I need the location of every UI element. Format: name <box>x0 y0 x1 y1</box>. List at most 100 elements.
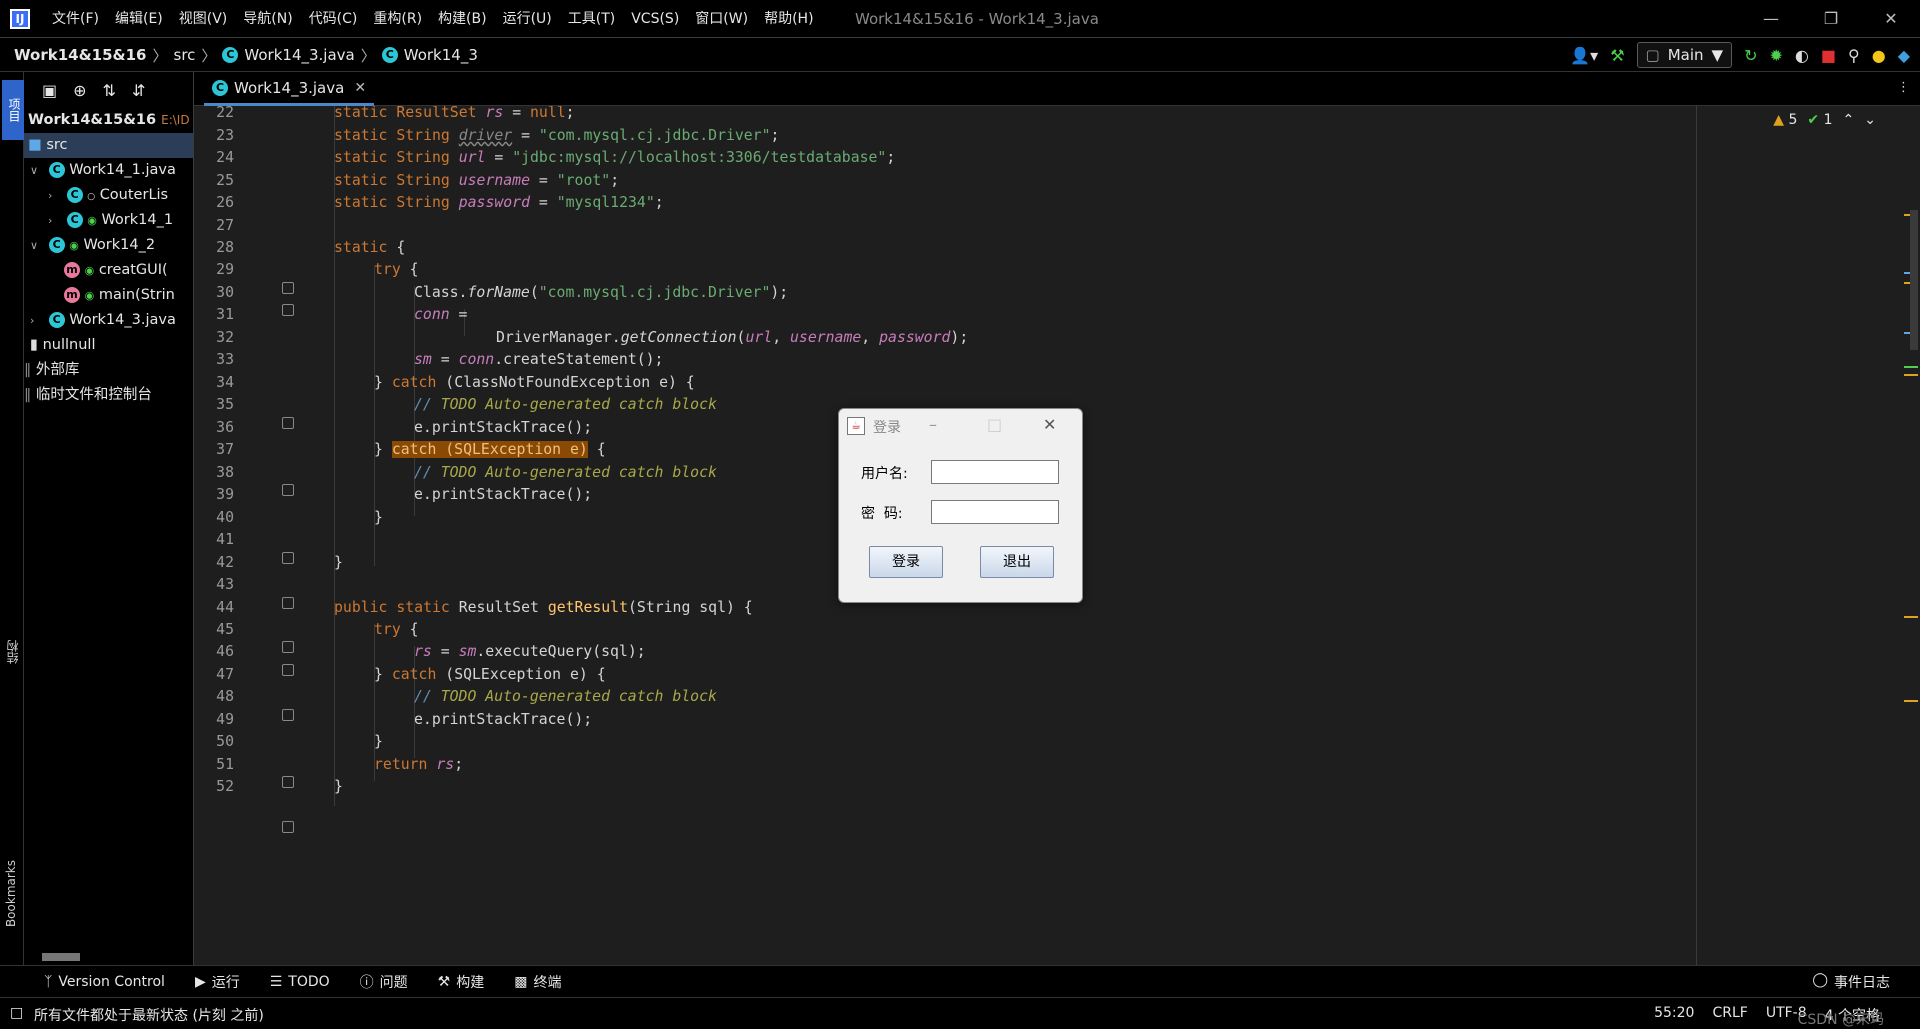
code-token: ; <box>886 149 896 166</box>
code-token: password <box>458 194 530 211</box>
chevron-down-icon[interactable]: ∨ <box>30 233 44 258</box>
code-token: static String <box>334 127 459 144</box>
menu-view[interactable]: 视图(V) <box>171 0 236 38</box>
line-separator[interactable]: CRLF <box>1712 1005 1747 1025</box>
tree-item-work14-1-class[interactable]: › C ◉ Work14_1 <box>24 208 193 233</box>
chevron-up-icon[interactable]: ⌃ <box>1843 112 1855 128</box>
user-icon[interactable]: 👤▾ <box>1570 46 1598 65</box>
version-control-tab[interactable]: ᛉ Version Control <box>44 974 165 990</box>
rerun-icon[interactable]: ↻ <box>1744 46 1757 65</box>
breadcrumb-folder[interactable]: src <box>174 46 196 64</box>
locate-icon[interactable]: ⊕ <box>73 81 86 100</box>
chevron-down-icon[interactable]: ∨ <box>30 158 44 183</box>
intellij-icon[interactable]: IJ <box>10 9 30 29</box>
chevron-right-icon[interactable]: › <box>48 183 62 208</box>
editor-scrollbar[interactable] <box>1910 210 1918 350</box>
event-log-tab[interactable]: ◯ 事件日志 <box>1812 972 1890 992</box>
tree-item-couterlis[interactable]: › C ○ CouterLis <box>24 183 193 208</box>
menu-refactor[interactable]: 重构(R) <box>365 0 430 38</box>
bookmarks-tool-tab[interactable]: Bookmarks <box>4 860 18 927</box>
code-token: { <box>387 239 406 256</box>
expand-all-icon[interactable]: ⇅ <box>103 81 116 100</box>
error-stripe-mark[interactable] <box>1904 366 1918 368</box>
more-tabs-icon[interactable]: ⋮ <box>1897 80 1910 95</box>
menu-run[interactable]: 运行(U) <box>495 0 560 38</box>
tree-item-creatgui[interactable]: m ◉ creatGUI( <box>24 258 193 283</box>
caret-position[interactable]: 55:20 <box>1654 1005 1694 1025</box>
code-token: e.printStackTrace(); <box>414 711 593 728</box>
minimize-icon[interactable]: — <box>1746 0 1796 38</box>
plugin-icon[interactable]: ◆ <box>1898 46 1910 65</box>
tree-item-main[interactable]: m ◉ main(Strin <box>24 283 193 308</box>
panel-toggle-icon[interactable]: □ <box>10 1005 23 1021</box>
search-icon[interactable]: ⚲ <box>1848 46 1860 65</box>
username-input[interactable] <box>931 460 1059 484</box>
password-input[interactable] <box>931 500 1059 524</box>
stop-icon[interactable]: ■ <box>1821 46 1836 65</box>
tree-item-work14-1[interactable]: ∨ C Work14_1.java <box>24 158 193 183</box>
menu-build[interactable]: 构建(B) <box>430 0 495 38</box>
status-message[interactable]: 所有文件都处于最新状态 (片刻 之前) <box>34 1005 264 1025</box>
chevron-down-icon[interactable]: ⌄ <box>1864 112 1876 128</box>
login-button[interactable]: 登录 <box>869 546 943 578</box>
menu-tools[interactable]: 工具(T) <box>560 0 623 38</box>
debug-bug-icon[interactable]: ✹ <box>1770 46 1783 65</box>
chevron-right-icon[interactable]: › <box>30 308 44 333</box>
chevron-right-icon[interactable]: › <box>48 208 62 233</box>
tree-item-scratches[interactable]: ‖ 临时文件和控制台 <box>24 383 193 408</box>
menu-edit[interactable]: 编辑(E) <box>107 0 171 38</box>
inspection-widget[interactable]: ▲ 5 ✔ 1 ⌃ ⌄ <box>1773 112 1876 128</box>
problems-tab[interactable]: ⓘ 问题 <box>360 972 408 992</box>
run-tab[interactable]: ▶ 运行 <box>195 972 240 992</box>
menu-code[interactable]: 代码(C) <box>301 0 366 38</box>
code-token: password <box>879 329 951 346</box>
code-token: sm <box>414 351 432 368</box>
tree-item-external-libs[interactable]: ‖ 外部库 <box>24 358 193 383</box>
terminal-tab[interactable]: ▩ 终端 <box>514 972 561 992</box>
horizontal-scrollbar[interactable] <box>42 953 80 961</box>
menu-navigate[interactable]: 导航(N) <box>235 0 300 38</box>
exit-button[interactable]: 退出 <box>980 546 1054 578</box>
view-options-icon[interactable]: ▣ <box>42 81 57 100</box>
close-tab-icon[interactable]: ✕ <box>354 80 366 96</box>
todo-tab[interactable]: ☰ TODO <box>270 974 330 990</box>
code-token: username <box>458 172 530 189</box>
close-icon[interactable]: ✕ <box>1043 415 1056 434</box>
updates-icon[interactable]: ● <box>1872 46 1886 65</box>
menu-vcs[interactable]: VCS(S) <box>623 0 687 38</box>
tree-item-src[interactable]: ■ src <box>24 133 193 158</box>
tree-item-label: Work14_1.java <box>69 162 176 178</box>
tool-tab-label: 运行 <box>211 974 240 991</box>
error-stripe-mark[interactable] <box>1904 700 1918 702</box>
project-toolbar: ▣ ⊕ ⇅ ⇵ <box>24 72 193 108</box>
close-window-icon[interactable]: ✕ <box>1866 0 1916 38</box>
code-line: static String password = "mysql1234"; <box>334 189 664 216</box>
error-stripe-mark[interactable] <box>1904 374 1918 376</box>
collapse-all-icon[interactable]: ⇵ <box>132 81 145 100</box>
breadcrumb-file[interactable]: Work14_3.java <box>244 46 354 64</box>
menu-window[interactable]: 窗口(W) <box>687 0 756 38</box>
coverage-icon[interactable]: ◐ <box>1795 46 1809 65</box>
tree-item-work14-2[interactable]: ∨ C ◉ Work14_2 <box>24 233 193 258</box>
code-token: // <box>414 396 441 413</box>
menu-help[interactable]: 帮助(H) <box>756 0 821 38</box>
project-root[interactable]: Work14&15&16 E:\ID <box>24 108 193 133</box>
tree-item-nullnull[interactable]: ▮ nullnull <box>24 333 193 358</box>
breadcrumb-project[interactable]: Work14&15&16 <box>14 46 146 64</box>
ok-count[interactable]: ✔ 1 <box>1807 112 1832 128</box>
code-token: } <box>374 441 392 458</box>
tree-item-work14-3[interactable]: › C Work14_3.java <box>24 308 193 333</box>
build-hammer-icon[interactable]: ⚒ <box>1610 46 1624 65</box>
menu-file[interactable]: 文件(F) <box>44 0 107 38</box>
structure-tool-tab[interactable]: 结构 <box>4 640 21 664</box>
restore-icon[interactable]: ❐ <box>1806 0 1856 38</box>
dialog-title-bar[interactable]: ☕ 登录 – □ ✕ <box>839 409 1082 443</box>
minimize-icon[interactable]: – <box>929 415 937 434</box>
error-stripe-mark[interactable] <box>1904 616 1918 618</box>
breadcrumb-class[interactable]: Work14_3 <box>404 46 478 64</box>
project-tool-tab[interactable]: 项目 <box>2 80 24 140</box>
build-tab[interactable]: ⚒ 构建 <box>438 972 485 992</box>
run-configuration-select[interactable]: ▢ Main ▼ <box>1636 42 1733 68</box>
tree-item-label: Work14_3.java <box>69 312 176 328</box>
warning-count[interactable]: ▲ 5 <box>1773 112 1797 128</box>
